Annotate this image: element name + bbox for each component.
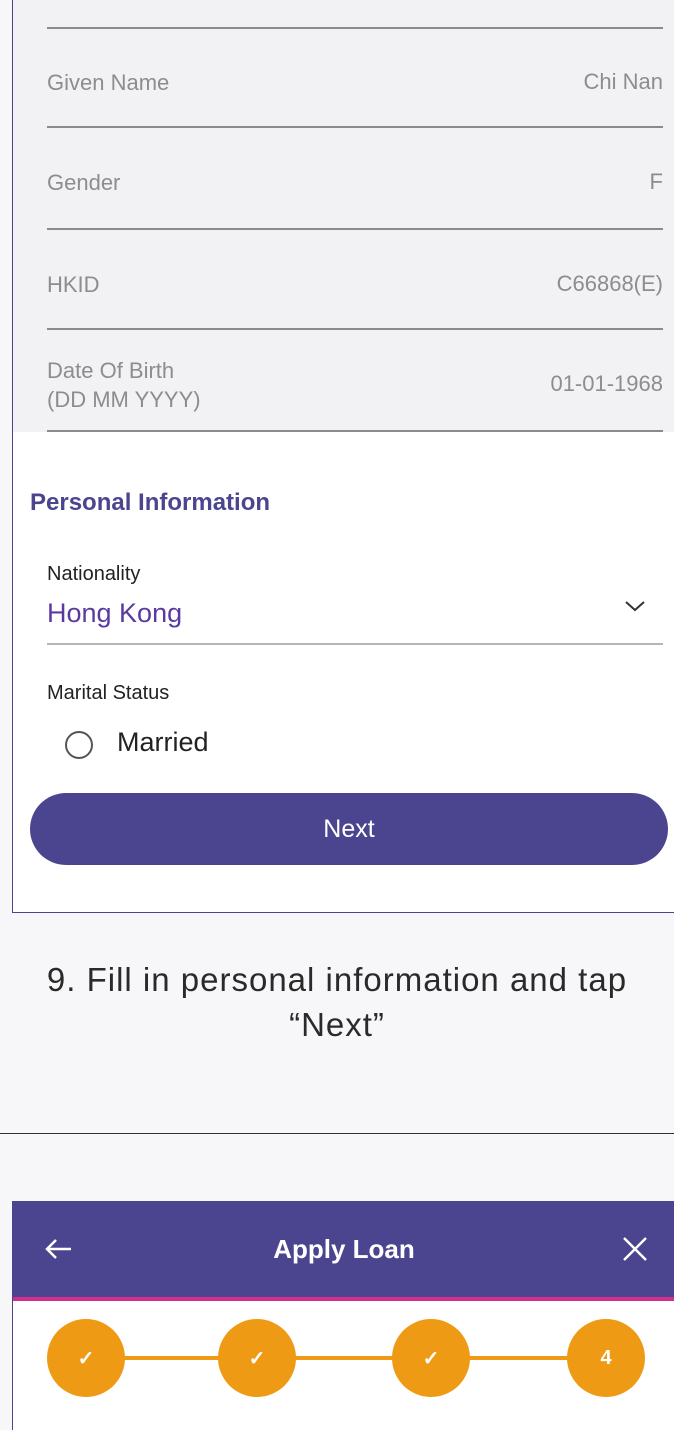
step-4-current: 4 [567,1319,645,1397]
page: Given Name Chi Nan Gender F HKID C66868(… [0,0,674,1430]
gender-value: F [649,169,663,194]
row-divider [47,430,663,432]
row-divider [47,27,663,29]
close-icon[interactable] [621,1235,649,1263]
next-button[interactable]: Next [30,793,668,865]
marital-status-label: Marital Status [47,682,170,704]
step-2-complete: ✓ [218,1319,296,1397]
row-divider [47,228,663,230]
app-bar-accent [13,1297,674,1301]
given-name-value: Chi Nan [583,69,663,94]
section-divider [0,1133,674,1134]
dob-value: 01-01-1968 [550,371,663,396]
hkid-value: C66868(E) [556,271,663,296]
personal-info-screen: Given Name Chi Nan Gender F HKID C66868(… [12,0,674,913]
hkid-label: HKID [47,272,100,297]
given-name-label: Given Name [47,70,170,95]
married-radio[interactable] [65,731,93,759]
gender-label: Gender [47,170,121,195]
app-title: Apply Loan [273,1233,415,1264]
step-caption: 9. Fill in personal information and tap … [46,961,628,1043]
app-bar: Apply Loan [13,1201,674,1297]
progress-line [86,1356,606,1360]
nationality-label: Nationality [47,563,141,585]
section-title: Personal Information [30,489,271,516]
row-divider [47,328,663,330]
married-radio-label[interactable]: Married [117,727,209,758]
step-1-complete: ✓ [47,1319,125,1397]
apply-loan-screen: Apply Loan [12,1201,674,1430]
back-arrow-icon[interactable] [43,1234,73,1264]
identity-summary: Given Name Chi Nan Gender F HKID C66868(… [13,0,674,432]
step-3-complete: ✓ [392,1319,470,1397]
chevron-down-icon[interactable] [623,594,647,618]
nationality-underline [47,643,663,645]
nationality-select[interactable]: Hong Kong [47,598,182,629]
dob-label: Date Of Birth (DD MM YYYY) [47,358,201,412]
row-divider [47,126,663,128]
